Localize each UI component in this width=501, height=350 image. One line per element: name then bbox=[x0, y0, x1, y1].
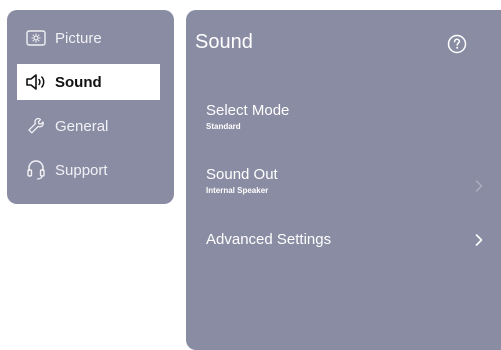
setting-advanced-settings[interactable]: Advanced Settings bbox=[206, 231, 496, 249]
speaker-icon bbox=[23, 71, 49, 93]
chevron-right-icon bbox=[474, 179, 484, 193]
menu-item-general[interactable]: General bbox=[17, 108, 160, 144]
menu-item-sound[interactable]: Sound bbox=[17, 64, 160, 100]
menu-item-label: Sound bbox=[55, 73, 102, 91]
setting-label: Sound Out bbox=[206, 166, 278, 183]
headset-icon bbox=[23, 159, 49, 181]
menu-item-support[interactable]: Support bbox=[17, 152, 160, 188]
setting-label: Advanced Settings bbox=[206, 231, 332, 248]
chevron-right-icon bbox=[474, 233, 484, 247]
menu-item-label: Picture bbox=[55, 29, 102, 47]
setting-value: Standard bbox=[206, 122, 241, 131]
help-icon[interactable] bbox=[447, 34, 467, 54]
setting-label: Select Mode bbox=[206, 102, 290, 119]
setting-select-mode[interactable]: Select Mode Standard bbox=[206, 102, 496, 132]
sound-settings-panel: Sound Select Mode Standard Sound Out Int… bbox=[186, 10, 501, 350]
menu-item-label: General bbox=[55, 117, 109, 135]
menu-item-picture[interactable]: Picture bbox=[17, 20, 160, 56]
wrench-icon bbox=[23, 115, 49, 137]
menu-item-label: Support bbox=[55, 161, 108, 179]
settings-menu: Picture Sound General Support bbox=[7, 10, 174, 204]
setting-sound-out[interactable]: Sound Out Internal Speaker bbox=[206, 166, 496, 196]
picture-icon bbox=[23, 27, 49, 49]
setting-value: Internal Speaker bbox=[206, 186, 269, 195]
page-title: Sound bbox=[195, 31, 253, 53]
